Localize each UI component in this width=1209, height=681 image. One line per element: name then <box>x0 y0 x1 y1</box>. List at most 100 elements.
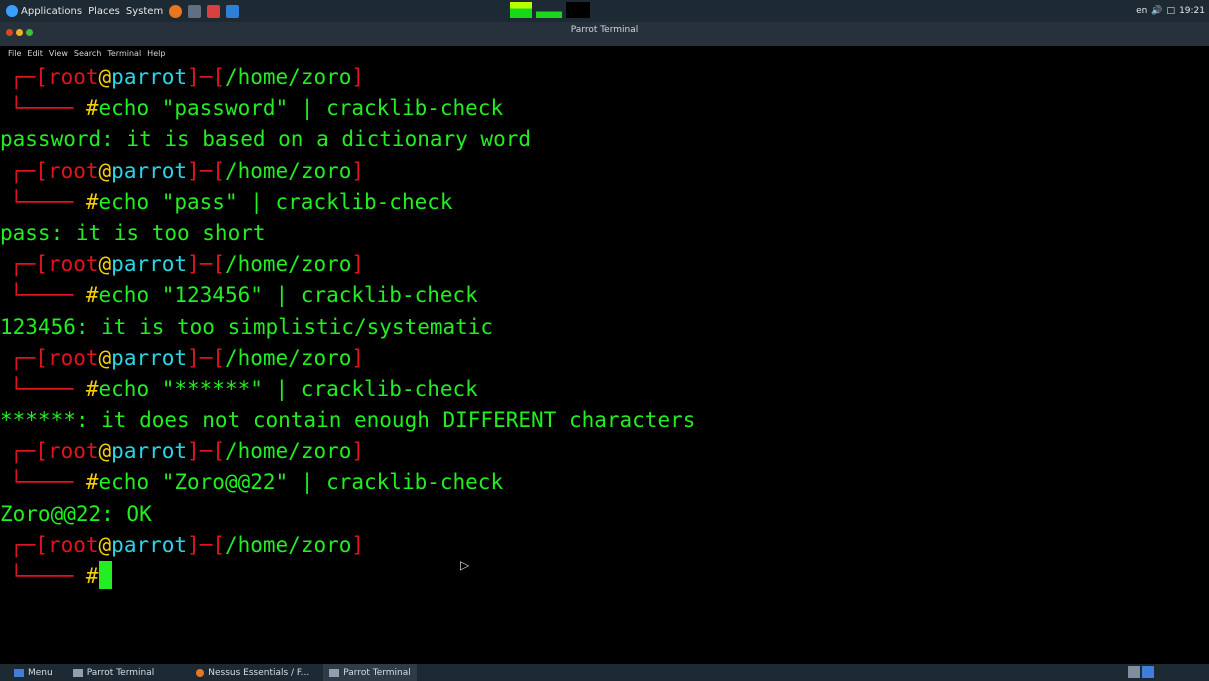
prompt-host: parrot <box>111 532 188 557</box>
prompt-bracket: ] <box>351 532 365 557</box>
menu-edit[interactable]: Edit <box>27 49 43 58</box>
prompt-line: ┌─[root@parrot]─[/home/zoro] <box>0 343 1209 374</box>
top-panel: Applications Places System en 🔊 □ 19:21 <box>0 0 1209 22</box>
menu-view[interactable]: View <box>49 49 68 58</box>
command-line: └──── #echo "Zoro@@22" | cracklib-check <box>0 467 1209 498</box>
places-menu[interactable]: Places <box>88 6 120 17</box>
command-text: echo "pass" | cracklib-check <box>98 189 453 214</box>
system-menu-label: System <box>125 5 164 17</box>
prompt-bracket: ┌─[ <box>10 252 48 277</box>
prompt-bracket: ] <box>351 252 365 277</box>
prompt-arrow: └──── <box>10 96 86 121</box>
prompt-bracket: ┌─[ <box>10 439 48 464</box>
command-line: └──── # <box>0 561 1209 592</box>
prompt-user: root <box>47 252 99 277</box>
command-line: └──── #echo "pass" | cracklib-check <box>0 187 1209 218</box>
taskbar-label: Parrot Terminal <box>343 667 411 678</box>
applications-menu[interactable]: Applications <box>6 5 82 17</box>
taskbar-item-nessus[interactable]: Nessus Essentials / F... <box>190 664 315 681</box>
output-line: Zoro@@22: OK <box>0 501 152 526</box>
text-editor-icon[interactable] <box>207 4 221 18</box>
prompt-user: root <box>47 532 99 557</box>
prompt-path: /home/zoro <box>224 439 352 464</box>
clock[interactable]: 19:21 <box>1179 6 1205 16</box>
prompt-bracket: ] <box>351 65 365 89</box>
prompt-arrow: └──── <box>10 564 86 588</box>
prompt-host: parrot <box>111 439 188 464</box>
system-menu[interactable]: System <box>126 6 163 17</box>
prompt-path: /home/zoro <box>224 345 352 370</box>
parrot-logo-icon <box>6 5 18 17</box>
vscode-icon[interactable] <box>226 4 240 18</box>
taskbar-label: Nessus Essentials / F... <box>208 667 310 678</box>
workspace-1[interactable] <box>1128 666 1140 678</box>
command-text: echo "123456" | cracklib-check <box>98 283 478 308</box>
prompt-user: root <box>47 439 99 464</box>
menu-grid-icon <box>14 668 24 677</box>
prompt-host: parrot <box>111 65 188 89</box>
prompt-at: @ <box>98 439 112 464</box>
menu-bar: File Edit View Search Terminal Help <box>8 49 165 58</box>
network-graph <box>566 2 590 18</box>
prompt-line: ┌─[root@parrot]─[/home/zoro] <box>0 62 1209 93</box>
places-menu-label: Places <box>88 5 120 17</box>
command-text: echo "password" | cracklib-check <box>98 96 504 121</box>
prompt-arrow: └──── <box>10 376 86 401</box>
keyboard-layout[interactable]: en <box>1136 6 1147 16</box>
prompt-bracket: ] <box>351 345 365 370</box>
prompt-user: root <box>47 345 99 370</box>
text-cursor <box>98 561 112 589</box>
main-menu-button[interactable]: Menu <box>8 664 59 681</box>
output-line: pass: it is too short <box>0 220 266 245</box>
prompt-line: ┌─[root@parrot]─[/home/zoro] <box>0 156 1209 187</box>
prompt-arrow: └──── <box>10 283 86 308</box>
terminal-icon[interactable] <box>188 4 202 18</box>
taskbar-label: Parrot Terminal <box>86 667 155 678</box>
taskbar-item-terminal-2[interactable]: Parrot Terminal <box>323 664 417 681</box>
prompt-symbol: # <box>85 283 99 308</box>
workspace-switcher[interactable] <box>1128 666 1154 678</box>
prompt-bracket: ┌─[ <box>10 532 48 557</box>
command-text: echo "Zoro@@22" | cracklib-check <box>98 470 504 495</box>
command-line: └──── #echo "password" | cracklib-check <box>0 93 1209 124</box>
prompt-line: ┌─[root@parrot]─[/home/zoro] <box>0 436 1209 467</box>
workspace-2[interactable] <box>1142 666 1154 678</box>
prompt-at: @ <box>98 532 112 557</box>
prompt-bracket: ┌─[ <box>10 65 48 89</box>
terminal-area[interactable]: ┌─[root@parrot]─[/home/zoro] └──── #echo … <box>0 62 1209 662</box>
prompt-bracket: ]─[ <box>187 345 225 370</box>
prompt-user: root <box>47 65 99 89</box>
prompt-host: parrot <box>111 158 188 183</box>
menu-search[interactable]: Search <box>74 49 101 58</box>
taskbar-item-terminal-1[interactable]: Parrot Terminal <box>67 664 161 681</box>
prompt-host: parrot <box>111 252 188 277</box>
prompt-bracket: ]─[ <box>187 532 225 557</box>
output-line: ******: it does not contain enough DIFFE… <box>0 408 696 433</box>
prompt-path: /home/zoro <box>224 252 352 277</box>
output-line: password: it is based on a dictionary wo… <box>0 127 532 152</box>
prompt-symbol: # <box>85 564 99 588</box>
prompt-line: ┌─[root@parrot]─[/home/zoro] <box>0 530 1209 561</box>
memory-graph <box>536 2 562 18</box>
menu-file[interactable]: File <box>8 49 21 58</box>
prompt-symbol: # <box>85 376 99 401</box>
prompt-bracket: ┌─[ <box>10 158 48 183</box>
prompt-path: /home/zoro <box>224 158 352 183</box>
system-monitor-widget[interactable] <box>510 2 590 20</box>
prompt-bracket: ]─[ <box>187 439 225 464</box>
window-title-bar[interactable]: Parrot Terminal File Edit View Search Te… <box>0 22 1209 58</box>
system-tray: en 🔊 □ 19:21 <box>1136 0 1205 22</box>
command-line: └──── #echo "123456" | cracklib-check <box>0 280 1209 311</box>
output-line: 123456: it is too simplistic/systematic <box>0 314 494 339</box>
prompt-bracket: ] <box>351 439 365 464</box>
display-icon[interactable]: □ <box>1167 6 1176 16</box>
prompt-user: root <box>47 158 99 183</box>
menu-terminal[interactable]: Terminal <box>107 49 141 58</box>
prompt-bracket: ]─[ <box>187 252 225 277</box>
menu-help[interactable]: Help <box>147 49 165 58</box>
firefox-icon[interactable] <box>169 4 183 18</box>
volume-icon[interactable]: 🔊 <box>1151 6 1162 16</box>
command-text: echo "******" | cracklib-check <box>98 376 478 401</box>
terminal-icon <box>329 668 340 677</box>
prompt-at: @ <box>98 65 112 89</box>
